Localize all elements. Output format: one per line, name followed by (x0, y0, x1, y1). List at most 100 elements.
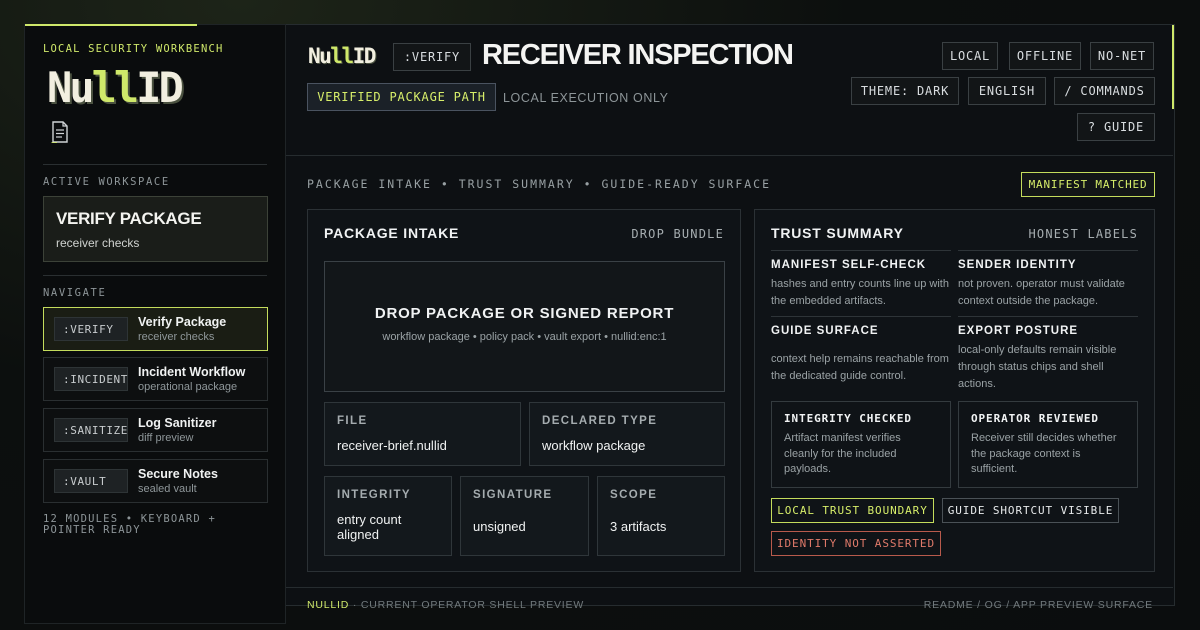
navigate-label: NAVIGATE (43, 287, 107, 299)
package-intake-panel: PACKAGE INTAKE DROP BUNDLE DROP PACKAGE … (307, 209, 741, 572)
sender-identity: SENDER IDENTITY not proven. operator mus… (958, 250, 1138, 310)
section-breadcrumb: PACKAGE INTAKE • TRUST SUMMARY • GUIDE-R… (307, 177, 772, 191)
identity-not-asserted-tag: IDENTITY NOT ASSERTED (771, 531, 941, 556)
nav-command: :VAULT (54, 469, 128, 493)
trust-text: context help remains reachable from the … (771, 353, 949, 382)
logo-part: ID (136, 63, 184, 112)
command-chip[interactable]: :VERIFY (393, 43, 471, 71)
commands-button[interactable]: / COMMANDS (1054, 77, 1155, 105)
footer-brand: NULLID (307, 599, 350, 611)
main-panel: NullID :VERIFY RECEIVER INSPECTION VERIF… (286, 24, 1175, 611)
sidebar-footer: 12 MODULES • KEYBOARD + POINTER READY (43, 513, 216, 536)
sidebar-item-vault[interactable]: :VAULT Secure Notes sealed vault (43, 459, 268, 503)
theme-toggle-button[interactable]: THEME: DARK (851, 77, 959, 105)
header-accent-bar (1172, 25, 1174, 109)
manifest-self-check: MANIFEST SELF-CHECK hashes and entry cou… (771, 250, 951, 310)
guide-button[interactable]: ? GUIDE (1077, 113, 1155, 141)
drop-bundle-button[interactable]: DROP BUNDLE (631, 227, 724, 241)
trust-summary-panel: TRUST SUMMARY HONEST LABELS MANIFEST SEL… (754, 209, 1155, 572)
field-value: workflow package (542, 438, 646, 453)
trust-heading: EXPORT POSTURE (958, 325, 1079, 337)
nav-command: :SANITIZE (54, 418, 128, 442)
page-title: RECEIVER INSPECTION (482, 39, 794, 71)
divider (43, 164, 267, 165)
logo-part: Nu (47, 63, 95, 112)
footer-left: NULLID · CURRENT OPERATOR SHELL PREVIEW (307, 599, 584, 611)
sidebar-item-sanitize[interactable]: :SANITIZE Log Sanitizer diff preview (43, 408, 268, 452)
sidebar-item-incident[interactable]: :INCIDENT Incident Workflow operational p… (43, 357, 268, 401)
sidebar: LOCAL SECURITY WORKBENCH NullID ACTIVE W… (24, 24, 286, 624)
workspace-subtitle: receiver checks (56, 236, 140, 250)
sidebar-accent-bar (25, 24, 197, 26)
file-field: FILE receiver-brief.nullid (324, 402, 521, 466)
field-label: FILE (337, 415, 368, 427)
trust-heading: GUIDE SURFACE (771, 325, 879, 337)
nav-name: Secure Notes (138, 467, 218, 481)
workspace-title: VERIFY PACKAGE (56, 209, 202, 228)
field-value: entry count aligned (337, 512, 402, 542)
status-chip-offline: OFFLINE (1009, 42, 1081, 70)
nav-command: :VERIFY (54, 317, 128, 341)
sidebar-item-verify[interactable]: :VERIFY Verify Package receiver checks (43, 307, 268, 351)
nullid-logo: NullID (47, 63, 184, 112)
divider (958, 316, 1138, 317)
export-posture: EXPORT POSTURE local-only defaults remai… (958, 316, 1138, 393)
local-only-label: LOCAL EXECUTION ONLY (503, 91, 669, 105)
divider (958, 250, 1138, 251)
panel-title: PACKAGE INTAKE (324, 225, 460, 241)
guide-surface: GUIDE SURFACE context help remains reach… (771, 316, 951, 385)
active-workspace-card: VERIFY PACKAGE receiver checks (43, 196, 268, 262)
trust-heading: SENDER IDENTITY (958, 259, 1077, 271)
nav-desc: sealed vault (138, 483, 197, 495)
field-value: receiver-brief.nullid (337, 438, 447, 453)
status-text: Receiver still decides whether the packa… (971, 432, 1117, 475)
nav-desc: diff preview (138, 432, 194, 444)
panel-title: TRUST SUMMARY (771, 225, 904, 241)
field-label: SCOPE (610, 489, 658, 501)
signature-field: SIGNATURE unsigned (460, 476, 589, 556)
integrity-field: INTEGRITY entry count aligned (324, 476, 452, 556)
field-label: INTEGRITY (337, 489, 411, 501)
honest-labels-label: HONEST LABELS (1028, 227, 1138, 241)
nav-command: :INCIDENT (54, 367, 128, 391)
field-label: DECLARED TYPE (542, 415, 658, 427)
trust-text: not proven. operator must validate conte… (958, 278, 1125, 307)
divider (771, 250, 951, 251)
operator-reviewed-card: OPERATOR REVIEWED Receiver still decides… (958, 401, 1138, 488)
nav-desc: receiver checks (138, 331, 215, 343)
drop-zone[interactable]: DROP PACKAGE OR SIGNED REPORT workflow p… (324, 261, 725, 392)
field-value: unsigned (473, 519, 526, 534)
footer-right: README / OG / APP PREVIEW SURFACE (923, 599, 1153, 611)
workbench-label: LOCAL SECURITY WORKBENCH (43, 43, 224, 55)
footer-left-text: · CURRENT OPERATOR SHELL PREVIEW (349, 599, 585, 611)
status-chip-local: LOCAL (942, 42, 998, 70)
guide-shortcut-tag: GUIDE SHORTCUT VISIBLE (942, 498, 1119, 523)
language-button[interactable]: ENGLISH (968, 77, 1046, 105)
local-trust-boundary-tag: LOCAL TRUST BOUNDARY (771, 498, 934, 523)
header: NullID :VERIFY RECEIVER INSPECTION VERIF… (286, 25, 1174, 156)
logo-part: ID (352, 44, 377, 68)
manifest-matched-badge: MANIFEST MATCHED (1021, 172, 1155, 197)
trust-text: hashes and entry counts line up with the… (771, 278, 949, 307)
divider (771, 316, 951, 317)
document-icon[interactable] (51, 121, 69, 143)
status-text: Artifact manifest verifies cleanly for t… (784, 432, 901, 475)
logo-part: Nu (308, 44, 332, 68)
status-title: INTEGRITY CHECKED (784, 412, 912, 425)
footer: NULLID · CURRENT OPERATOR SHELL PREVIEW … (286, 587, 1173, 611)
nav-name: Log Sanitizer (138, 416, 217, 430)
logo-part: ll (91, 63, 140, 112)
trust-text: local-only defaults remain visible throu… (958, 344, 1117, 390)
nullid-logo-small: NullID (308, 44, 377, 68)
drop-zone-hint: workflow package • policy pack • vault e… (382, 331, 667, 343)
status-chip-no-net: NO-NET (1090, 42, 1154, 70)
nav-desc: operational package (138, 381, 238, 393)
divider (43, 275, 267, 276)
nav-name: Incident Workflow (138, 365, 246, 379)
active-workspace-label: ACTIVE WORKSPACE (43, 176, 170, 188)
field-label: SIGNATURE (473, 489, 553, 501)
scope-field: SCOPE 3 artifacts (597, 476, 725, 556)
integrity-checked-card: INTEGRITY CHECKED Artifact manifest veri… (771, 401, 951, 488)
logo-part: ll (330, 44, 354, 68)
field-value: 3 artifacts (610, 519, 667, 534)
